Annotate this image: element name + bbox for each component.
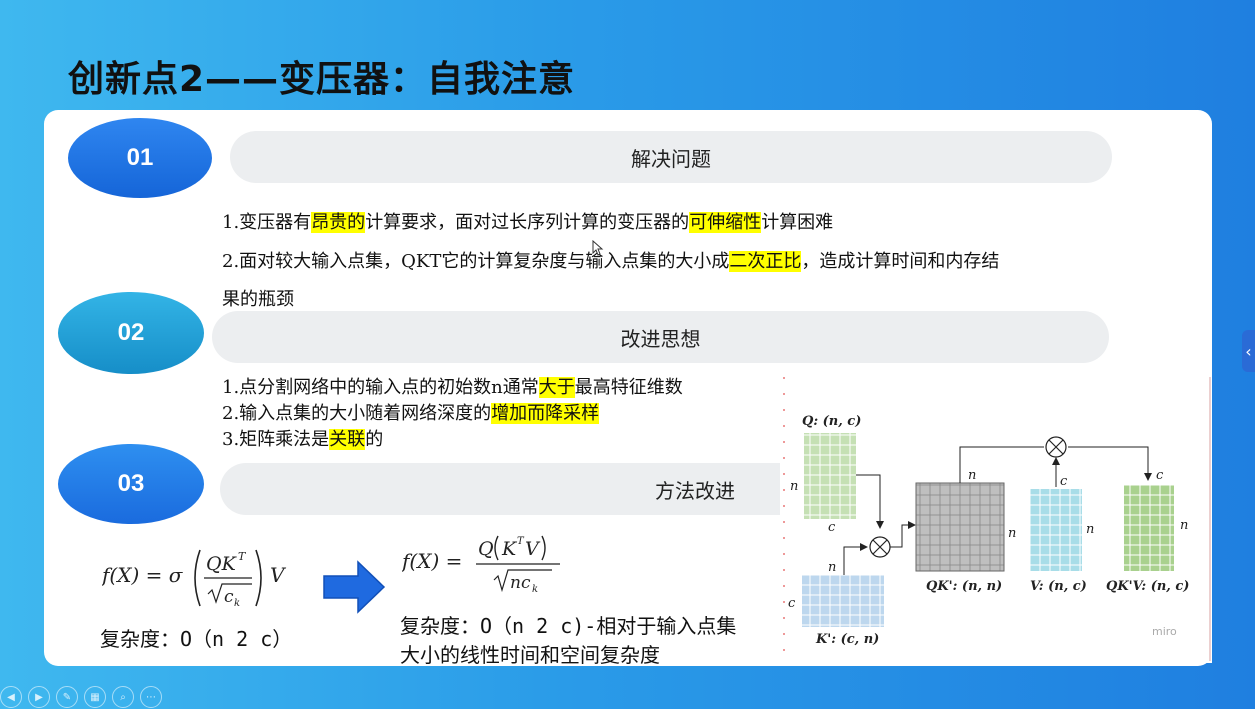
section-heading-method: 方法改进 — [220, 463, 870, 515]
formula-linear: f(X) = Q KT V nc k — [400, 528, 572, 600]
out-c-top: c — [1156, 468, 1164, 483]
v-c-top: c — [1060, 474, 1068, 489]
zoom-icon[interactable]: ⌕ — [112, 686, 134, 708]
formula-original: f(X) = σ QK T ck V — [100, 540, 302, 616]
q-matrix — [804, 433, 856, 519]
q-c-label: c — [828, 520, 836, 535]
idea-line-1: 1.点分割网络中的输入点的初始数n通常大于最高特征维数 — [222, 377, 683, 398]
svg-text:f(X) = σ: f(X) = σ — [102, 563, 184, 587]
chevron-left-icon: ‹ — [1245, 341, 1252, 361]
svg-text:T: T — [238, 550, 247, 563]
miro-watermark: miro — [1152, 625, 1177, 638]
qk-matrix — [915, 482, 1005, 572]
attention-diagram: Q: (n, c) n c n c K': (c, n) n n QK': (n… — [780, 375, 1212, 663]
slideshow-toolbar: ◀ ▶ ✎ ▦ ⌕ ⋯ — [0, 686, 162, 708]
section-heading-idea: 改进思想 — [212, 311, 1109, 363]
qkv-matrix — [1124, 485, 1174, 571]
slides-icon[interactable]: ▦ — [84, 686, 106, 708]
idea-line-2: 2.输入点集的大小随着网络深度的增加而降采样 — [222, 403, 600, 424]
svg-text:QK: QK — [206, 553, 238, 575]
pen-icon[interactable]: ✎ — [56, 686, 78, 708]
v-label: V: (n, c) — [1030, 579, 1087, 594]
section-number-01: 01 — [68, 118, 212, 198]
qkv-label: QK'V: (n, c) — [1106, 579, 1189, 594]
section-number-02: 02 — [58, 292, 204, 374]
idea-line-3: 3.矩阵乘法是关联的 — [222, 429, 384, 450]
mouse-cursor-icon — [592, 239, 604, 260]
v-matrix — [1030, 489, 1082, 571]
right-arrow-icon — [322, 560, 386, 618]
previous-icon[interactable]: ◀ — [0, 686, 22, 708]
qk-n-side: n — [1008, 526, 1016, 541]
problem-line-3: 果的瓶颈 — [222, 289, 294, 310]
svg-text:nc: nc — [510, 573, 531, 593]
svg-text:V: V — [270, 563, 287, 587]
q-n-label: n — [790, 479, 798, 494]
qk-n-top: n — [968, 468, 976, 483]
svg-text:k: k — [234, 598, 240, 609]
svg-text:Q: Q — [478, 538, 494, 560]
k-c-label: c — [788, 596, 796, 611]
page-title: 创新点2——变压器：自我注意 — [68, 59, 576, 100]
v-n-side: n — [1086, 522, 1094, 537]
section-number-03: 03 — [58, 444, 204, 524]
complexity-linear-2: 大小的线性时间和空间复杂度 — [400, 643, 660, 667]
complexity-original: 复杂度：O（n 2 c） — [100, 627, 293, 651]
svg-text:T: T — [517, 536, 525, 547]
q-label: Q: (n, c) — [802, 414, 861, 429]
svg-text:c: c — [224, 587, 234, 607]
k-label: K': (c, n) — [815, 632, 879, 647]
out-n-side: n — [1180, 518, 1188, 533]
svg-text:f(X) =: f(X) = — [402, 549, 462, 573]
next-icon[interactable]: ▶ — [28, 686, 50, 708]
problem-line-1: 1.变压器有昂贵的计算要求，面对过长序列计算的变压器的可伸缩性计算困难 — [222, 212, 834, 233]
svg-text:V: V — [525, 538, 541, 560]
k-matrix — [802, 575, 884, 627]
side-panel-toggle[interactable]: ‹ — [1242, 330, 1255, 372]
section-heading-problem: 解决问题 — [230, 131, 1112, 183]
qk-label: QK': (n, n) — [926, 579, 1002, 594]
section-heading-method-label: 方法改进 — [655, 478, 735, 503]
k-n-label: n — [828, 560, 836, 575]
svg-text:K: K — [501, 538, 518, 560]
problem-line-2: 2.面对较大输入点集，QKT它的计算复杂度与输入点集的大小成二次正比，造成计算时… — [222, 251, 1000, 272]
more-icon[interactable]: ⋯ — [140, 686, 162, 708]
svg-text:k: k — [532, 584, 538, 595]
complexity-linear-1: 复杂度：O（n 2 c)-相对于输入点集 — [400, 614, 737, 638]
